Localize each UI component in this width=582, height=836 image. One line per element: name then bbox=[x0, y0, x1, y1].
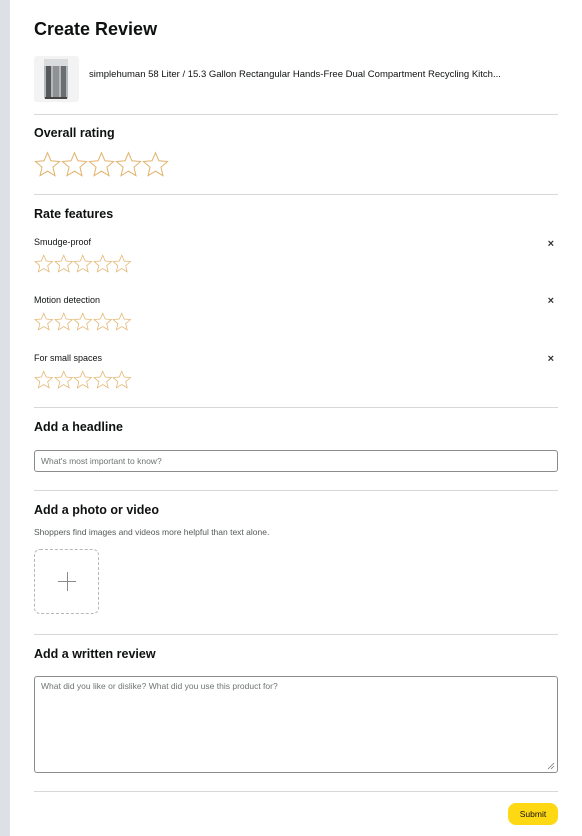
star-outline-icon[interactable] bbox=[73, 370, 93, 390]
star-outline-icon[interactable] bbox=[34, 254, 54, 274]
star-outline-icon[interactable] bbox=[53, 254, 74, 274]
page-title: Create Review bbox=[34, 19, 158, 39]
feature-stars-motion-detection[interactable] bbox=[34, 312, 132, 332]
product-summary: simplehuman 58 Liter / 15.3 Gallon Recta… bbox=[34, 56, 558, 102]
feature-label-smudge-proof: Smudge-proof bbox=[34, 237, 92, 247]
media-helper-text: Shoppers find images and videos more hel… bbox=[34, 527, 270, 537]
written-review-field[interactable] bbox=[34, 676, 558, 773]
rate-features-title: Rate features bbox=[34, 207, 114, 221]
star-outline-icon[interactable] bbox=[34, 312, 54, 332]
overall-rating-title: Overall rating bbox=[34, 126, 115, 140]
divider bbox=[34, 490, 558, 491]
submit-button[interactable]: Submit bbox=[508, 803, 558, 825]
star-outline-icon[interactable] bbox=[73, 312, 93, 332]
headline-field[interactable] bbox=[34, 450, 558, 472]
divider bbox=[34, 407, 558, 408]
star-outline-icon[interactable] bbox=[53, 312, 74, 332]
product-thumbnail bbox=[34, 56, 79, 102]
media-title: Add a photo or video bbox=[34, 503, 159, 517]
star-outline-icon[interactable] bbox=[92, 312, 113, 332]
trash-can-icon bbox=[44, 59, 68, 99]
star-outline-icon[interactable] bbox=[112, 370, 132, 390]
headline-input[interactable] bbox=[35, 451, 557, 471]
star-outline-icon[interactable] bbox=[112, 254, 132, 274]
star-outline-icon[interactable] bbox=[92, 254, 113, 274]
written-review-input[interactable] bbox=[35, 677, 557, 773]
resize-handle-icon[interactable] bbox=[547, 762, 555, 770]
divider bbox=[34, 194, 558, 195]
star-outline-icon[interactable] bbox=[61, 151, 88, 178]
written-review-title: Add a written review bbox=[34, 647, 156, 661]
star-outline-icon[interactable] bbox=[88, 151, 115, 178]
product-name: simplehuman 58 Liter / 15.3 Gallon Recta… bbox=[89, 69, 501, 80]
divider bbox=[34, 634, 558, 635]
star-outline-icon[interactable] bbox=[92, 370, 113, 390]
divider bbox=[34, 114, 558, 115]
star-outline-icon[interactable] bbox=[34, 151, 61, 178]
close-icon[interactable]: × bbox=[548, 354, 554, 365]
star-outline-icon[interactable] bbox=[112, 312, 132, 332]
star-outline-icon[interactable] bbox=[115, 151, 142, 178]
feature-label-for-small-spaces: For small spaces bbox=[34, 353, 103, 363]
divider bbox=[34, 791, 558, 792]
star-outline-icon[interactable] bbox=[142, 151, 169, 178]
star-outline-icon[interactable] bbox=[73, 254, 93, 274]
close-icon[interactable]: × bbox=[548, 239, 554, 250]
feature-stars-smudge-proof[interactable] bbox=[34, 254, 132, 274]
feature-stars-for-small-spaces[interactable] bbox=[34, 370, 132, 390]
star-outline-icon[interactable] bbox=[34, 370, 54, 390]
close-icon[interactable]: × bbox=[548, 296, 554, 307]
feature-label-motion-detection: Motion detection bbox=[34, 295, 101, 305]
star-outline-icon[interactable] bbox=[53, 370, 74, 390]
upload-media-button[interactable] bbox=[34, 549, 99, 614]
window-edge bbox=[0, 0, 10, 836]
overall-rating-stars[interactable] bbox=[34, 151, 169, 178]
headline-title: Add a headline bbox=[34, 420, 123, 434]
